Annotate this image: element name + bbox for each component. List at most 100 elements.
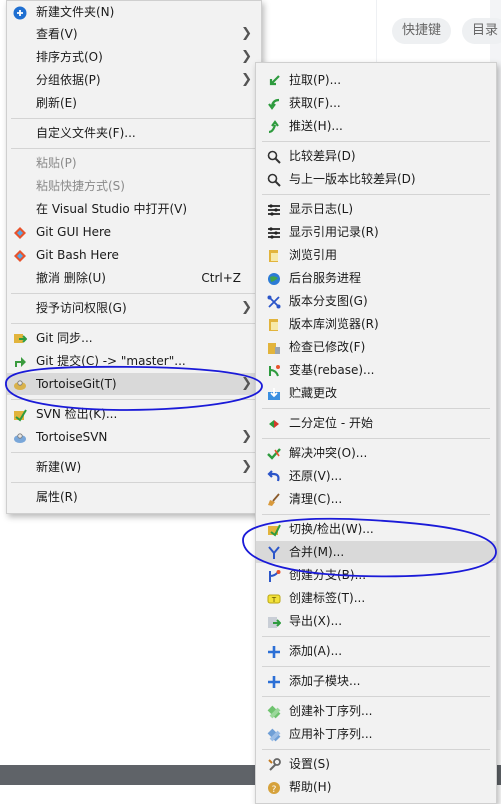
menu-item-svn-checkout[interactable]: SVN 检出(K)... [7,403,261,425]
menu-separator [11,452,257,453]
menu-separator [262,749,490,750]
menu-item-git-commit[interactable]: Git 提交(C) -> "master"... [7,350,261,372]
menu-item-tortoisesvn[interactable]: TortoiseSVN ❯ [7,426,261,448]
daemon-icon [267,271,281,285]
menu-item-properties[interactable]: 属性(R) [7,486,261,508]
svg-text:T: T [271,596,277,604]
chevron-right-icon: ❯ [241,459,252,474]
create-branch-icon [267,568,281,582]
menu-item-paste: 粘贴(P) [36,156,77,170]
menu-item-sort-by[interactable]: 排序方式(O) ❯ [7,46,261,68]
submenu-item-add-submodule[interactable]: 添加子模块... [256,670,496,692]
fetch-icon [267,96,281,110]
git-commit-icon [13,354,27,368]
submenu-item-add[interactable]: 添加(A)... [256,640,496,662]
submenu-item-rebase[interactable]: 变基(rebase)... [256,359,496,381]
menu-separator [262,194,490,195]
submenu-item-resolve[interactable]: 解决冲突(O)... [256,442,496,464]
submenu-item-help[interactable]: ? 帮助(H) [256,776,496,798]
menu-item-undo-delete[interactable]: 撤消 删除(U) Ctrl+Z [7,267,261,289]
chevron-right-icon: ❯ [241,429,252,444]
submenu-item-diff[interactable]: 比较差异(D) [256,145,496,167]
show-log-icon [267,202,281,216]
submenu-item-settings[interactable]: 设置(S) [256,753,496,775]
resolve-icon [267,446,281,460]
menu-separator [262,438,490,439]
menu-separator [11,482,257,483]
cleanup-icon [267,492,281,506]
apply-patch-icon [267,727,281,742]
submenu-item-daemon[interactable]: 后台服务进程 [256,267,496,289]
submenu-item-browse-references[interactable]: 浏览引用 [256,244,496,266]
push-icon [267,119,281,134]
menu-item-open-in-visual-studio[interactable]: 在 Visual Studio 中打开(V) [7,198,261,220]
submenu-item-fetch[interactable]: 获取(F)... [256,92,496,114]
submenu-item-push[interactable]: 推送(H)... [256,115,496,137]
submenu-item-create-tag[interactable]: T 创建标签(T)... [256,587,496,609]
menu-item-git-sync[interactable]: Git 同步... [7,327,261,349]
chevron-right-icon: ❯ [241,300,252,315]
menu-separator [262,696,490,697]
settings-icon [267,757,281,771]
menu-separator [262,141,490,142]
submenu-item-show-log[interactable]: 显示日志(L) [256,198,496,220]
submenu-item-stash[interactable]: 贮藏更改 [256,382,496,404]
menu-separator [262,636,490,637]
submenu-item-check-modifications[interactable]: 检查已修改(F) [256,336,496,358]
shortcut-chip[interactable]: 快捷键 [392,18,452,44]
submenu-item-create-patch[interactable]: 创建补丁序列... [256,700,496,722]
menu-item-tortoisegit[interactable]: TortoiseGit(T) ❯ [7,373,261,395]
diff-previous-icon [267,172,281,187]
menu-item-refresh[interactable]: 刷新(E) [7,92,261,114]
check-modifications-icon [267,340,281,354]
submenu-item-revert[interactable]: 还原(V)... [256,465,496,487]
repo-browser-icon [267,317,281,331]
context-menu: 新建文件夹(N) 查看(V) ❯ 排序方式(O) ❯ 分组依据(P) ❯ 刷新(… [6,0,262,514]
submenu-item-revision-graph[interactable]: 版本分支图(G) [256,290,496,312]
submenu-item-create-branch[interactable]: 创建分支(B)... [256,564,496,586]
tortoisegit-icon [13,377,27,391]
submenu-item-switch-checkout[interactable]: 切换/检出(W)... [256,518,496,540]
submenu-item-apply-patch[interactable]: 应用补丁序列... [256,723,496,745]
menu-item-group-by[interactable]: 分组依据(P) ❯ [7,69,261,91]
menu-item-view[interactable]: 查看(V) ❯ [7,23,261,45]
submenu-item-merge[interactable]: 合并(M)... [256,541,496,563]
undo-shortcut: Ctrl+Z [201,271,241,285]
chevron-right-icon: ❯ [241,72,252,87]
revert-icon [267,469,281,483]
submenu-item-diff-previous[interactable]: 与上一版本比较差异(D) [256,168,496,190]
diff-icon [267,149,281,164]
submenu-item-reflog[interactable]: 显示引用记录(R) [256,221,496,243]
browse-references-icon [267,248,281,262]
menu-separator [262,408,490,409]
submenu-item-export[interactable]: 导出(X)... [256,610,496,632]
stash-icon [267,386,281,400]
menu-separator [11,118,257,119]
reflog-icon [267,225,281,239]
chevron-right-icon: ❯ [241,376,252,391]
chevron-right-icon: ❯ [241,49,252,64]
submenu-item-cleanup[interactable]: 清理(C)... [256,488,496,510]
menu-item-customize-folder[interactable]: 自定义文件夹(F)... [7,122,261,144]
menu-item-git-bash-here[interactable]: Git Bash Here [7,244,261,266]
submenu-item-bisect[interactable]: 二分定位 - 开始 [256,412,496,434]
menu-separator [262,666,490,667]
submenu-item-pull[interactable]: 拉取(P)... [256,69,496,91]
merge-icon [267,545,281,559]
menu-item-paste-shortcut: 粘贴快捷方式(S) [36,179,125,193]
toc-chip[interactable]: 目录 [462,18,501,44]
menu-item-new-folder[interactable]: 新建文件夹(N) [7,1,261,23]
menu-item-git-gui-here[interactable]: Git GUI Here [7,221,261,243]
menu-item-new[interactable]: 新建(W) ❯ [7,456,261,478]
menu-separator [11,293,257,294]
svg-text:?: ? [272,785,277,795]
add-icon [267,644,281,658]
menu-separator [11,323,257,324]
menu-separator [11,399,257,400]
create-tag-icon: T [267,591,281,605]
tortoisesvn-icon [13,430,27,444]
switch-checkout-icon [267,522,281,537]
submenu-item-repo-browser[interactable]: 版本库浏览器(R) [256,313,496,335]
chevron-right-icon: ❯ [241,26,252,41]
menu-item-give-access[interactable]: 授予访问权限(G) ❯ [7,297,261,319]
